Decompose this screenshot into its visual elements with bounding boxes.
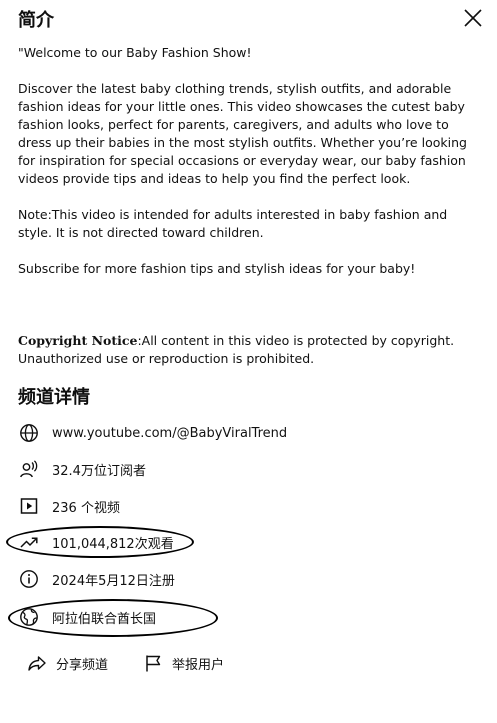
panel-title: 简介 [18,10,54,31]
report-user-label: 举报用户 [172,657,225,673]
play-square-icon [18,495,40,517]
video-count: 236 个视频 [52,500,120,516]
copyright-notice: Copyright Notice:All content in this vid… [18,332,484,368]
channel-about-panel: 简介 "Welcome to our Baby Fashion Show! Di… [0,0,497,723]
share-arrow-icon [26,652,48,674]
person-audio-icon [18,458,40,480]
report-user-button[interactable]: 举报用户 [142,651,224,675]
close-button[interactable] [460,6,486,32]
channel-details-title: 频道详情 [18,387,90,408]
share-channel-label: 分享频道 [56,657,109,673]
trending-icon [18,531,40,553]
description-intro: "Welcome to our Baby Fashion Show! [18,45,252,60]
earth-icon [18,606,40,628]
description-body: Discover the latest baby clothing trends… [18,81,467,186]
country-name: 阿拉伯联合酋长国 [52,611,157,627]
channel-url-row: www.youtube.com/@BabyViralTrend [18,421,287,445]
globe-icon [18,422,40,444]
subscribers-row: 32.4万位订阅者 [18,457,146,481]
copyright-label: Copyright Notice [18,333,138,348]
view-count: 101,044,812次观看 [52,536,174,552]
description-note: Note:This video is intended for adults i… [18,207,448,240]
country-row: 阿拉伯联合酋长国 [18,605,156,629]
views-row: 101,044,812次观看 [18,530,174,554]
joined-row: 2024年5月12日注册 [18,567,175,591]
flag-icon [142,652,164,674]
join-date: 2024年5月12日注册 [52,573,175,589]
description-subscribe: Subscribe for more fashion tips and styl… [18,261,416,276]
close-icon [464,9,482,27]
share-channel-button[interactable]: 分享频道 [26,651,108,675]
info-icon [18,568,40,590]
subscriber-count: 32.4万位订阅者 [52,463,146,479]
videos-row: 236 个视频 [18,494,120,518]
channel-description: "Welcome to our Baby Fashion Show! Disco… [18,44,484,368]
channel-url-link[interactable]: www.youtube.com/@BabyViralTrend [52,426,287,441]
